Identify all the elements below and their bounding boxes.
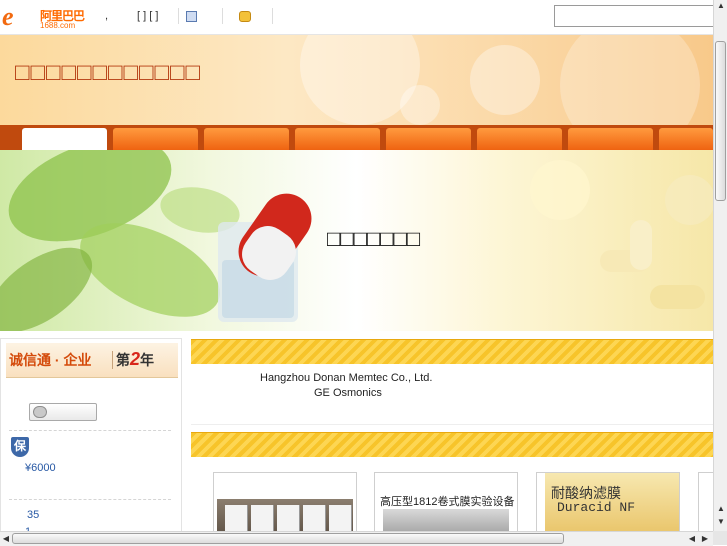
product-title: 高压型1812卷式膜实验设备 [380,496,515,508]
company-name[interactable]: Hangzhou Donan Memtec Co., Ltd. [260,372,432,384]
company-info: Hangzhou Donan Memtec Co., Ltd. GE Osmon… [191,364,713,425]
favorites-icon[interactable] [186,11,197,22]
product-card-partial[interactable] [698,472,714,540]
scroll-down-icon[interactable]: ▼ [715,516,727,528]
chengxintong-badge[interactable]: 诚信通 · 企业 第2年 [6,343,178,378]
shop-header: □□□□□□□□□□□□ [0,35,713,125]
nav-tab[interactable] [477,128,562,150]
scrollbar-corner [713,531,727,545]
shop-title: □□□□□□□□□□□□ [15,59,201,86]
toolbar-bracket-links[interactable]: [ ] [ ] [137,10,158,22]
deposit-amount: ¥6000 [25,462,56,474]
shop-banner: □□□□□□□ [0,150,713,331]
product-card[interactable] [213,472,357,540]
nav-tab[interactable] [204,128,289,150]
credit-rating-bar[interactable] [29,403,97,421]
banner-title: □□□□□□□ [327,226,421,251]
product-subtitle: Duracid NF [557,500,636,515]
product-card[interactable]: 耐酸纳滤膜 Duracid NF [536,472,680,540]
nav-tab-home[interactable] [22,128,107,150]
scroll-up-icon[interactable]: ▲ [715,503,727,515]
product-card[interactable]: 高压型1812卷式膜实验设备 [374,472,518,540]
section-header-company [191,339,713,364]
scroll-up-icon[interactable]: ▲ [715,0,727,12]
badge-year-label: 第 [116,352,130,368]
divider [9,430,171,431]
horizontal-scroll-thumb[interactable] [12,533,564,544]
seller-sidebar: 诚信通 · 企业 第2年 保 ¥6000 35 1 [0,338,182,538]
logo-domain: 1688.com [40,21,76,30]
vertical-scroll-thumb[interactable] [715,41,726,201]
horizontal-scrollbar[interactable]: ◀ ◀ ▶ [0,531,713,546]
database-icon[interactable] [239,11,251,22]
badge-year-suffix: 年 [140,352,155,368]
shop-nav [0,125,713,150]
company-brand: GE Osmonics [314,387,382,399]
badge-label: 诚信通 · 企业 [9,352,92,368]
header-bokeh [560,35,700,125]
scroll-left-icon[interactable]: ◀ [0,533,12,545]
stat-count[interactable]: 35 [27,509,39,521]
section-header-products [191,432,713,457]
toolbar-divider [178,8,179,24]
toolbar-divider [222,8,223,24]
logo-mark: e [2,2,14,31]
vertical-scrollbar[interactable]: ▲ ▲ ▼ [713,0,727,531]
scroll-left-icon[interactable]: ◀ [686,533,698,545]
nav-tab[interactable] [386,128,471,150]
header-bokeh [470,45,540,115]
guarantee-shield-icon[interactable]: 保 [11,437,29,457]
toolbar-divider [272,8,273,24]
nav-tab[interactable] [295,128,380,150]
top-toolbar: e 阿里巴巴 1688.com , [ ] [ ] [0,0,714,35]
alibaba-logo[interactable]: e 阿里巴巴 1688.com [2,2,92,31]
scroll-right-icon[interactable]: ▶ [699,533,711,545]
nav-tab[interactable] [113,128,198,150]
badge-divider [112,351,113,369]
rating-knob-icon [33,406,47,418]
badge-year: 第2年 [116,349,154,370]
search-input[interactable] [554,5,714,27]
nav-tab[interactable] [568,128,653,150]
toolbar-comma: , [105,10,109,22]
badge-year-number: 2 [130,349,141,369]
divider [9,499,171,500]
header-bokeh [400,85,440,125]
nav-tab[interactable] [659,128,713,150]
